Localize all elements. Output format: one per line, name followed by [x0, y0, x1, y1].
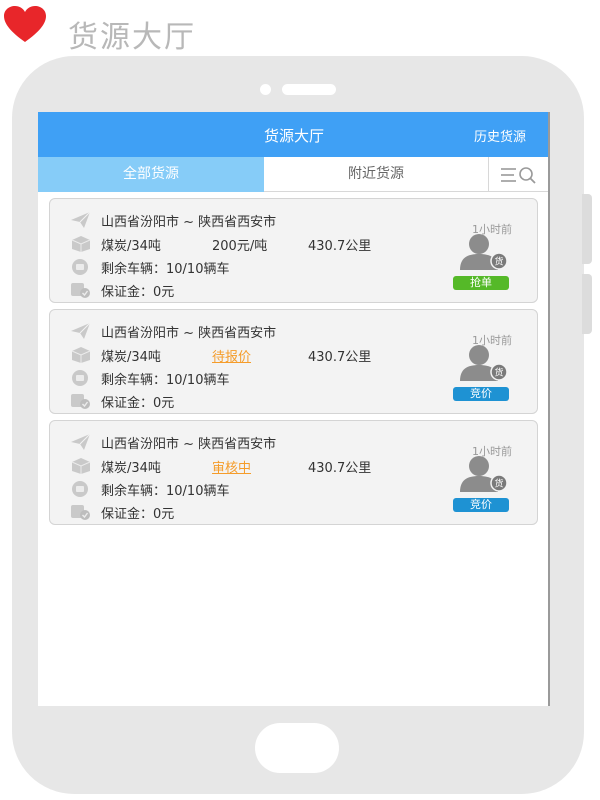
remaining-badge-icon [72, 481, 88, 497]
avatar-badge: 货 [494, 478, 503, 490]
box-icon [71, 458, 91, 474]
paper-plane-icon [71, 211, 91, 228]
cargo-weight: 煤炭/34吨 [101, 239, 161, 254]
history-cargo-link[interactable]: 历史货源 [474, 126, 526, 145]
phone-screen: 货源大厅 历史货源 全部货源 附近货源 山西省汾阳市 ~ 陕西省西安市 煤炭/3… [38, 112, 550, 706]
navbar: 货源大厅 历史货源 [38, 112, 548, 157]
grab-order-button[interactable]: 抢单 [453, 276, 509, 290]
remaining-badge-icon [72, 370, 88, 386]
cargo-card[interactable]: 山西省汾阳市 ~ 陕西省西安市 煤炭/34吨 审核中 430.7公里 剩余车辆：… [49, 420, 538, 525]
page-header: 货源大厅 [0, 0, 600, 56]
under-review-link[interactable]: 审核中 [212, 457, 251, 476]
tab-bar: 全部货源 附近货源 [38, 157, 548, 192]
paper-plane-icon [71, 433, 91, 450]
avatar-badge: 货 [494, 367, 503, 379]
phone-frame: 货源大厅 历史货源 全部货源 附近货源 山西省汾阳市 ~ 陕西省西安市 煤炭/3… [12, 56, 592, 794]
remaining-vehicles: 剩余车辆：10/10辆车 [101, 484, 230, 499]
cargo-weight: 煤炭/34吨 [101, 350, 161, 365]
deposit-shield-icon [71, 394, 90, 409]
tab-nearby-cargo[interactable]: 附近货源 [264, 157, 489, 192]
phone-home-button [255, 723, 339, 773]
cargo-distance: 430.7公里 [308, 239, 372, 254]
route-text: 山西省汾阳市 ~ 陕西省西安市 [101, 215, 277, 230]
cargo-card[interactable]: 山西省汾阳市 ~ 陕西省西安市 煤炭/34吨 待报价 430.7公里 剩余车辆：… [49, 309, 538, 414]
deposit-text: 保证金：0元 [101, 396, 175, 411]
phone-side-button-upper [582, 194, 592, 264]
box-icon [71, 236, 91, 252]
user-avatar-icon: 货 [460, 456, 507, 492]
phone-side-button-lower [582, 274, 592, 334]
route-text: 山西省汾阳市 ~ 陕西省西安市 [101, 326, 277, 341]
cargo-card[interactable]: 山西省汾阳市 ~ 陕西省西安市 煤炭/34吨 200元/吨 430.7公里 剩余… [49, 198, 538, 303]
cargo-distance: 430.7公里 [308, 350, 372, 365]
red-heart-logo-icon [4, 6, 46, 42]
remaining-vehicles: 剩余车辆：10/10辆车 [101, 262, 230, 277]
pending-quote-link[interactable]: 待报价 [212, 346, 251, 365]
camera-dot [260, 84, 271, 95]
user-avatar-icon: 货 [460, 234, 507, 270]
deposit-shield-icon [71, 283, 90, 298]
user-avatar-icon: 货 [460, 345, 507, 381]
tab-all-cargo[interactable]: 全部货源 [38, 157, 264, 192]
box-icon [71, 347, 91, 363]
speaker-slot [282, 84, 336, 95]
remaining-vehicles: 剩余车辆：10/10辆车 [101, 373, 230, 388]
cargo-price: 200元/吨 [212, 239, 268, 254]
route-text: 山西省汾阳市 ~ 陕西省西安市 [101, 437, 277, 452]
deposit-shield-icon [71, 505, 90, 520]
cargo-weight: 煤炭/34吨 [101, 461, 161, 476]
paper-plane-icon [71, 322, 91, 339]
remaining-badge-icon [72, 259, 88, 275]
avatar-badge: 货 [494, 256, 503, 268]
cargo-distance: 430.7公里 [308, 461, 372, 476]
bid-button[interactable]: 竞价 [453, 498, 509, 512]
deposit-text: 保证金：0元 [101, 285, 175, 300]
page-heading: 货源大厅 [68, 20, 196, 55]
deposit-text: 保证金：0元 [101, 507, 175, 522]
search-filter-icon[interactable] [498, 165, 542, 185]
bid-button[interactable]: 竞价 [453, 387, 509, 401]
